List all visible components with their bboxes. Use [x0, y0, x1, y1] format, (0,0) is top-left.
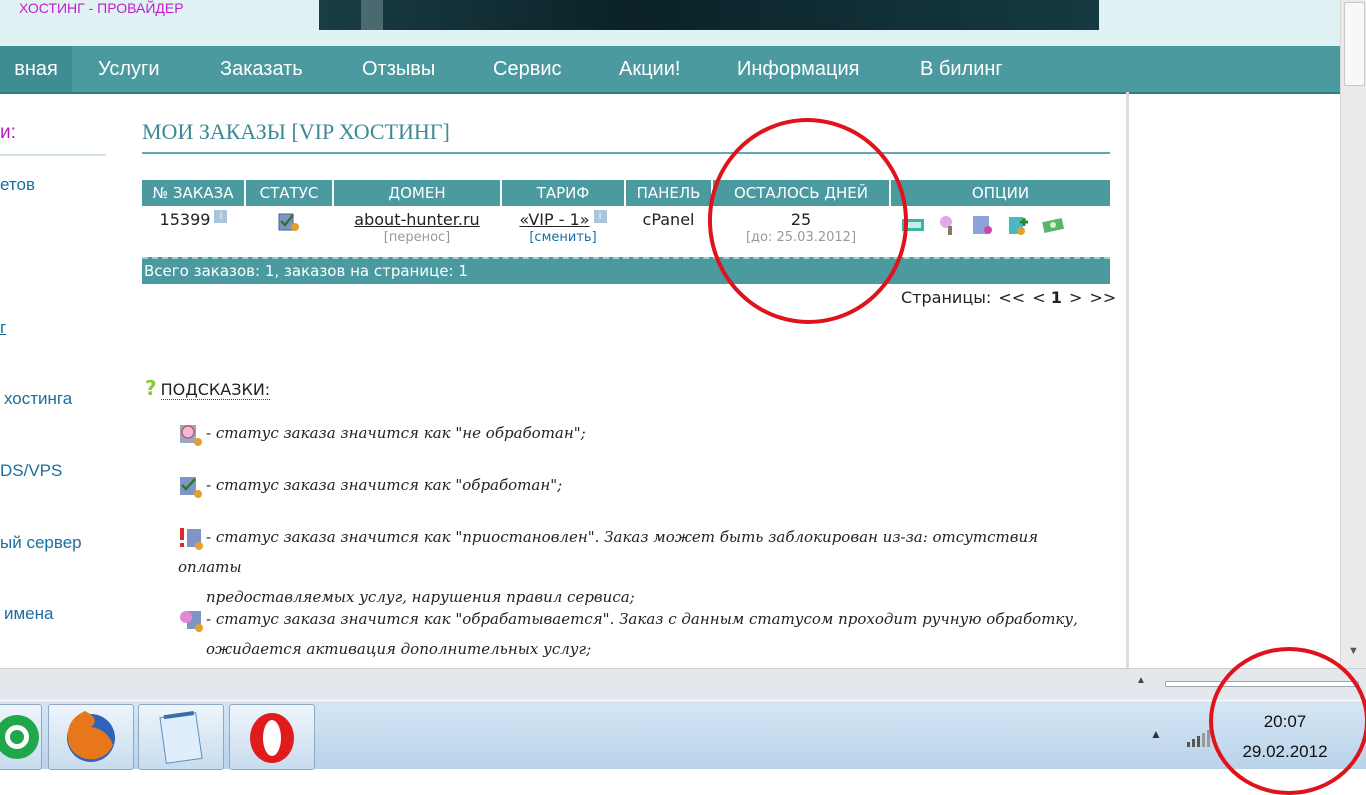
browser-status-bar: ▲ [0, 668, 1366, 701]
hint-text: - статус заказа значится как "приостанов… [178, 528, 1039, 576]
opera-icon [250, 713, 294, 763]
taskbar-notepad[interactable] [138, 704, 224, 770]
options-settings-icon[interactable] [971, 214, 995, 236]
col-panel: ПАНЕЛЬ [624, 180, 712, 206]
notepad-icon [159, 711, 203, 764]
domain-transfer-note: [перенос] [383, 230, 451, 245]
network-signal-icon[interactable] [1186, 729, 1210, 747]
header-banner [319, 0, 1099, 30]
hint-suspended: - статус заказа значится как "приостанов… [178, 522, 1098, 612]
taskbar: ▲ [0, 700, 1366, 770]
col-order-id: № ЗАКАЗА [142, 180, 245, 206]
scrollbar-thumb[interactable] [1344, 2, 1365, 86]
col-domain: ДОМЕН [332, 180, 501, 206]
status-processed-icon[interactable] [278, 210, 300, 232]
sidebar-divider [0, 154, 106, 156]
sidebar-item-hosting[interactable]: хостинга [4, 389, 72, 409]
hints-heading: ? ПОДСКАЗКИ: [145, 376, 271, 400]
col-options: ОПЦИИ [889, 180, 1110, 206]
change-tariff-link[interactable]: [сменить] [502, 230, 624, 245]
sidebar-item-accounts[interactable]: етов [0, 175, 35, 195]
hint-processed: - статус заказа значится как "обработан"… [178, 470, 1098, 500]
options-add-icon[interactable] [1006, 214, 1030, 236]
options-payment-icon[interactable] [1041, 214, 1065, 236]
domain-link[interactable]: about-hunter.ru [354, 210, 479, 229]
hint-not-processed: - статус заказа значится как "не обработ… [178, 418, 1098, 448]
show-hidden-icons[interactable]: ▲ [1150, 727, 1162, 741]
pagination: Страницы: << < 1 > >> [899, 288, 1116, 307]
pager-last[interactable]: >> [1089, 288, 1116, 307]
firefox-icon [67, 711, 115, 762]
info-icon[interactable]: i [214, 210, 228, 223]
main-nav: вная Услуги Заказать Отзывы Сервис Акции… [0, 46, 1340, 94]
hint-text: - статус заказа значится как "обрабатыва… [206, 610, 1078, 628]
taskbar-messenger[interactable] [0, 704, 42, 770]
col-tariff: ТАРИФ [500, 180, 625, 206]
pager-label: Страницы: [901, 288, 992, 307]
messenger-icon [0, 715, 39, 759]
sidebar-item-vps[interactable]: DS/VPS [0, 461, 62, 481]
nav-information[interactable]: Информация [737, 46, 859, 92]
order-id: 15399 [159, 210, 211, 229]
orders-total: Всего заказов: 1, заказов на странице: 1 [142, 257, 1110, 284]
status-processing-icon [180, 611, 203, 632]
hint-text: - статус заказа значится как "не обработ… [206, 424, 586, 442]
pager-next[interactable]: > [1069, 288, 1082, 307]
sidebar-item-domains[interactable]: имена [4, 604, 53, 624]
tariff-link[interactable]: «VIP - 1» [519, 210, 589, 229]
page-title: МОИ ЗАКАЗЫ [VIP ХОСТИНГ] [142, 119, 450, 144]
pager-first[interactable]: << [998, 288, 1025, 307]
pager-current: 1 [1050, 288, 1062, 307]
sidebar-heading: и: [0, 122, 16, 143]
title-rule [142, 152, 1110, 154]
col-status: СТАТУС [244, 180, 333, 206]
sidebar-item-server[interactable]: ый сервер [0, 533, 82, 553]
nav-promotions[interactable]: Акции! [619, 46, 680, 92]
hint-text-cont: ожидается активация дополнительных услуг… [206, 640, 592, 658]
tariff-info-icon[interactable]: i [593, 210, 607, 223]
nav-reviews[interactable]: Отзывы [362, 46, 435, 92]
sidebar-item-g[interactable]: г [0, 318, 6, 338]
status-processed-icon [180, 477, 202, 498]
page-scrollbar[interactable]: ▼ [1340, 0, 1366, 668]
pager-prev[interactable]: < [1032, 288, 1045, 307]
status-suspended-icon [180, 528, 203, 550]
hint-processing: - статус заказа значится как "обрабатыва… [178, 604, 1098, 664]
orders-table: № ЗАКАЗА СТАТУС ДОМЕН ТАРИФ ПАНЕЛЬ ОСТАЛ… [142, 180, 1110, 265]
hints-title: ПОДСКАЗКИ: [160, 380, 271, 400]
hint-text: - статус заказа значится как "обработан"… [206, 476, 563, 494]
annotation-circle-days [697, 108, 919, 334]
site-brand: ХОСТИНГ - ПРОВАЙДЕР [19, 0, 184, 16]
orders-total-text: Всего заказов: 1, заказов на странице: 1 [144, 262, 468, 280]
question-icon: ? [145, 376, 157, 400]
options-key-icon[interactable] [936, 214, 960, 236]
scroll-down-icon[interactable]: ▼ [1348, 645, 1359, 657]
annotation-circle-clock [1209, 647, 1366, 795]
nav-order[interactable]: Заказать [220, 46, 303, 92]
content-divider [1126, 92, 1129, 668]
taskbar-opera[interactable] [229, 704, 315, 770]
nav-billing[interactable]: В билинг [920, 46, 1003, 92]
nav-home[interactable]: вная [0, 46, 72, 92]
nav-service[interactable]: Сервис [493, 46, 562, 92]
nav-services[interactable]: Услуги [98, 46, 160, 92]
taskbar-firefox[interactable] [48, 704, 134, 770]
tray-scroll-up-icon[interactable]: ▲ [1136, 675, 1146, 686]
status-not-processed-icon [180, 425, 202, 446]
